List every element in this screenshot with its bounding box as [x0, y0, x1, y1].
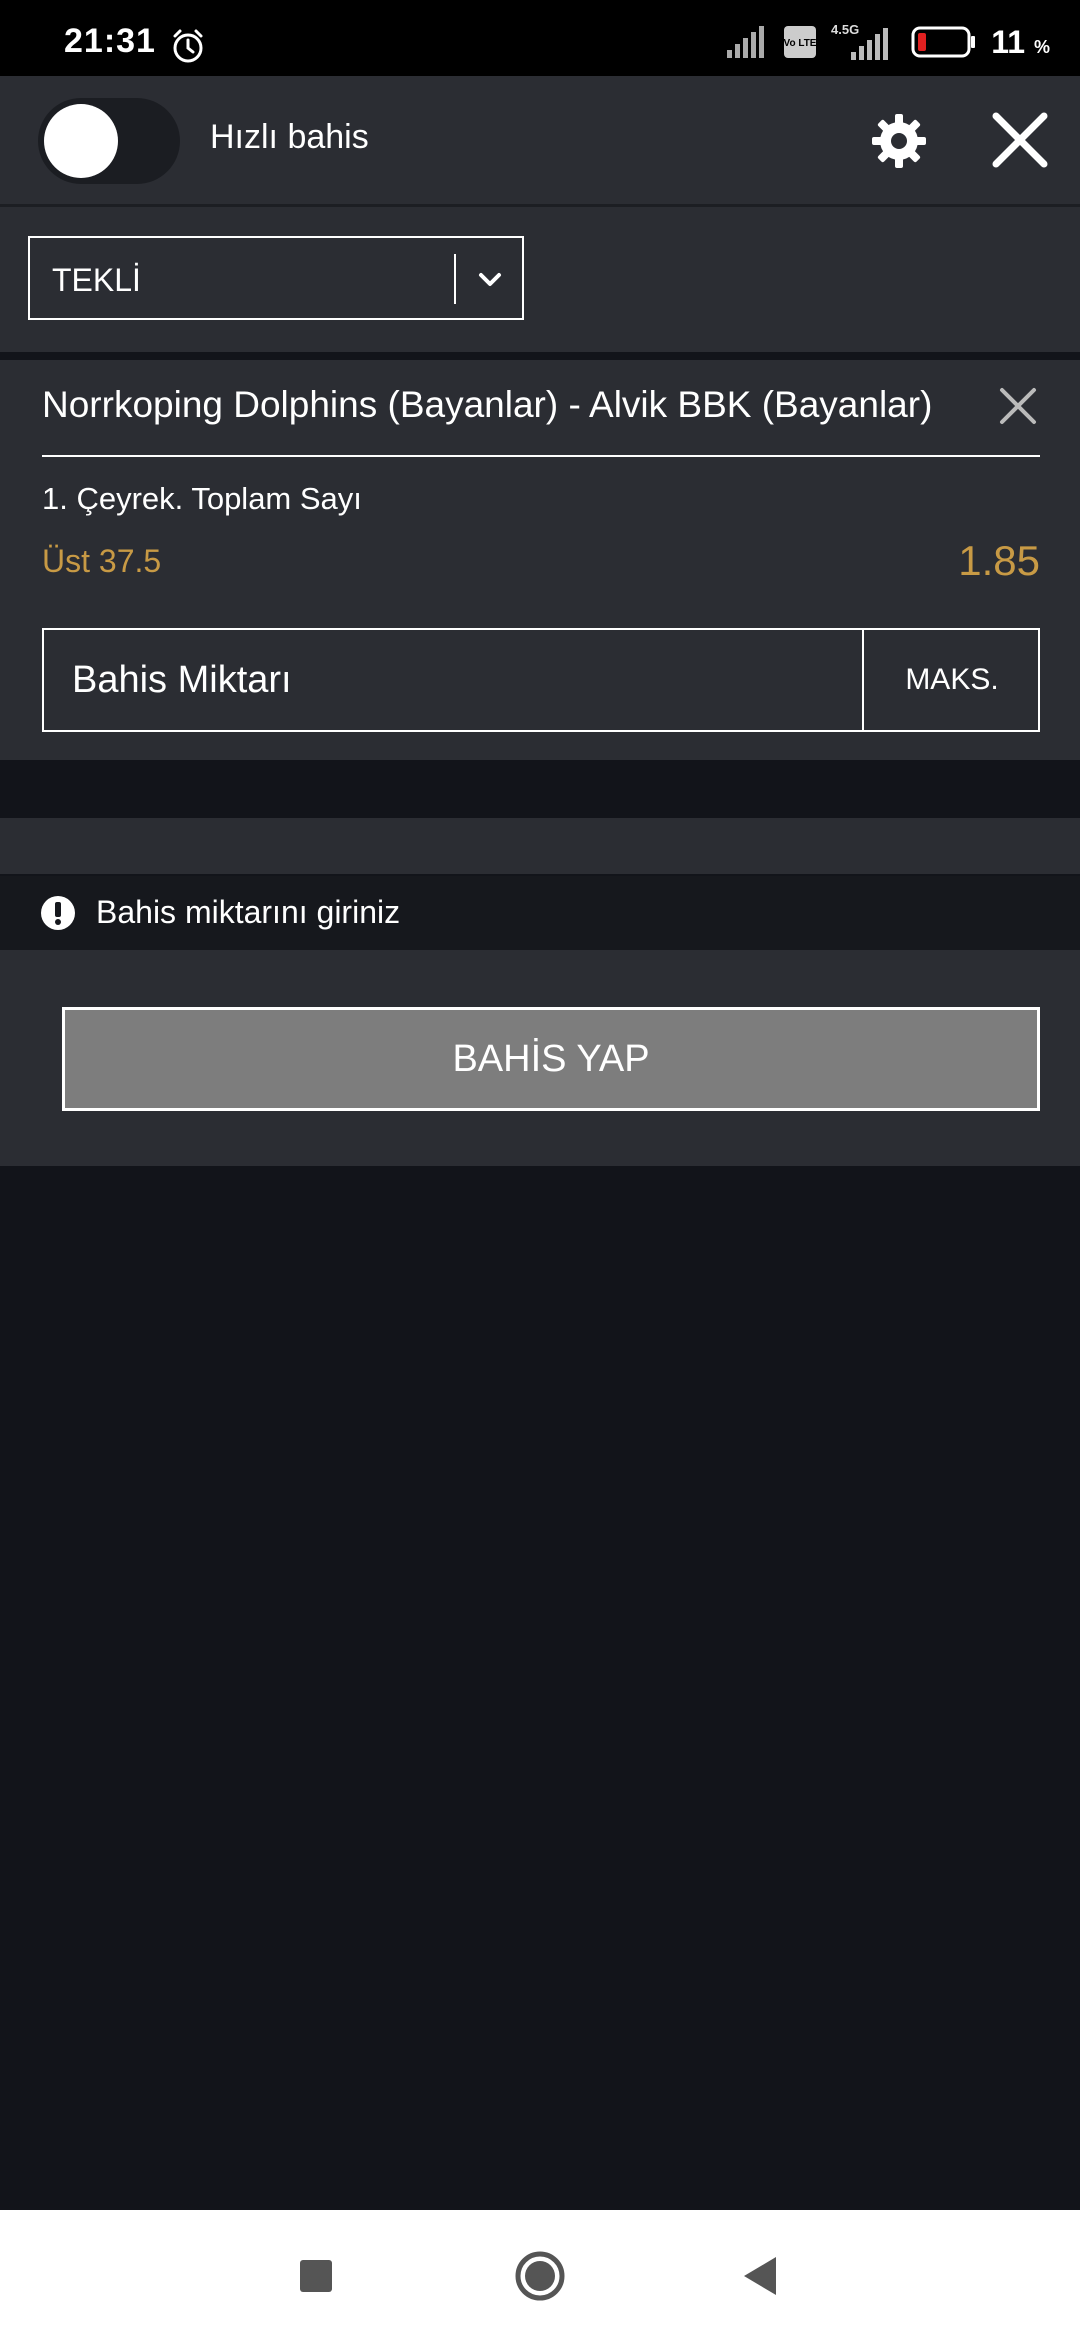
status-icons: Vo LTE 4.5G 11 %	[725, 22, 1050, 62]
status-time: 21:31	[64, 22, 156, 60]
stake-input[interactable]	[44, 630, 862, 730]
quick-bet-toggle[interactable]	[38, 98, 180, 184]
battery-icon	[911, 26, 976, 58]
back-icon[interactable]	[740, 2254, 780, 2298]
stake-box: MAKS.	[42, 628, 1040, 732]
volte-icon: Vo LTE	[784, 26, 817, 58]
recents-icon[interactable]	[300, 2260, 332, 2292]
bet-type-select[interactable]: TEKLİ	[28, 236, 524, 320]
select-divider	[454, 254, 456, 304]
max-stake-button[interactable]: MAKS.	[862, 630, 1040, 730]
place-bet-button[interactable]: BAHİS YAP	[62, 1007, 1040, 1111]
warning-text: Bahis miktarını giriniz	[96, 894, 401, 930]
match-title: Norrkoping Dolphins (Bayanlar) - Alvik B…	[42, 384, 933, 425]
spacer-band-panel	[0, 818, 1080, 874]
exclamation-circle-icon	[41, 896, 75, 930]
remove-bet-icon[interactable]	[998, 386, 1038, 426]
battery-percent-value: 11	[991, 23, 1026, 60]
section-divider	[0, 352, 1080, 360]
toggle-knob[interactable]	[44, 104, 118, 178]
network-label: 4.5G	[831, 22, 859, 37]
close-betslip-icon[interactable]	[990, 110, 1050, 170]
selection-name: Üst 37.5	[42, 543, 162, 579]
card-divider	[42, 455, 1040, 457]
battery-percent-unit: %	[1033, 36, 1050, 57]
chevron-down-icon[interactable]	[474, 264, 506, 296]
battery-percent: 11 %	[991, 24, 1050, 61]
volte-label: Vo LTE	[784, 38, 817, 49]
4.5g-signal-icon: 4.5G	[831, 22, 889, 60]
settings-gear-icon[interactable]	[870, 112, 928, 170]
alarm-icon	[173, 29, 203, 63]
home-icon[interactable]	[514, 2250, 566, 2302]
market-name: 1. Çeyrek. Toplam Sayı	[42, 481, 362, 516]
odds-value: 1.85	[958, 537, 1040, 584]
quick-bet-label: Hızlı bahis	[210, 118, 369, 156]
bet-type-selected: TEKLİ	[52, 262, 141, 298]
spacer-band	[0, 760, 1080, 818]
signal-icon	[727, 26, 765, 58]
